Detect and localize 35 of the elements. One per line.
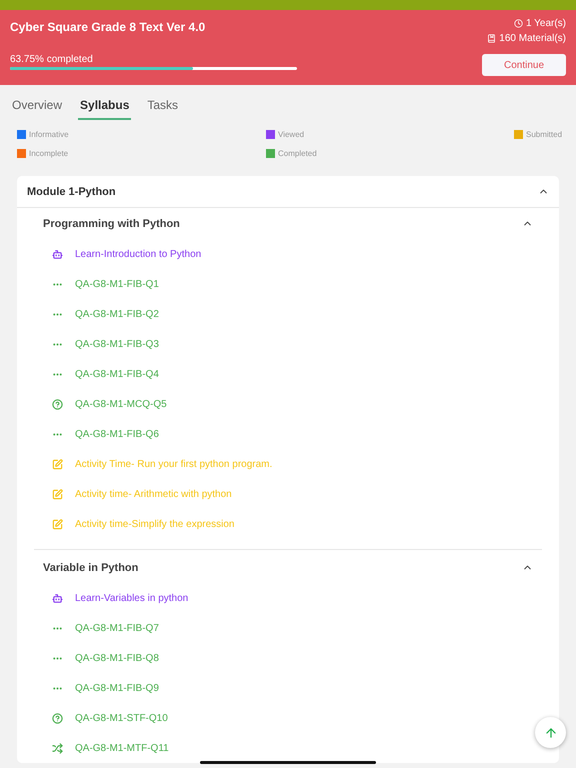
lesson-link[interactable]: QA-G8-M1-STF-Q10 xyxy=(75,712,168,724)
progress-text: 63.75% completed xyxy=(10,54,94,65)
legend-label: Viewed xyxy=(278,130,304,139)
section-title: Variable in Python xyxy=(43,562,138,574)
lesson-link[interactable]: QA-G8-M1-FIB-Q1 xyxy=(75,278,159,290)
lesson-link[interactable]: Learn-Variables in python xyxy=(75,592,188,604)
lesson-link[interactable]: QA-G8-M1-FIB-Q6 xyxy=(75,428,159,440)
section-title: Programming with Python xyxy=(43,218,180,230)
lesson-link[interactable]: QA-G8-M1-MCQ-Q5 xyxy=(75,398,167,410)
book-icon xyxy=(487,34,496,43)
clock-icon xyxy=(514,19,523,28)
lesson-link[interactable]: QA-G8-M1-FIB-Q9 xyxy=(75,682,159,694)
tab[interactable]: Tasks xyxy=(145,98,180,120)
legend-label: Submitted xyxy=(526,130,562,139)
lesson-link[interactable]: Activity time- Arithmetic with python xyxy=(75,488,232,500)
legend-label: Incomplete xyxy=(29,149,68,158)
duration-text: 1 Year(s) xyxy=(526,18,566,29)
lesson-link[interactable]: Activity Time- Run your first python program. xyxy=(75,458,272,470)
lesson-link[interactable]: QA-G8-M1-FIB-Q8 xyxy=(75,652,159,664)
materials-text: 160 Material(s) xyxy=(499,33,566,44)
lesson-link[interactable]: QA-G8-M1-FIB-Q7 xyxy=(75,622,159,634)
module-title: Module 1-Python xyxy=(27,186,116,198)
tab[interactable]: Syllabus xyxy=(78,98,132,120)
lesson-link[interactable]: QA-G8-M1-FIB-Q4 xyxy=(75,368,159,380)
lesson-link[interactable]: Activity time-Simplify the expression xyxy=(75,518,234,530)
lesson-link[interactable]: QA-G8-M1-MTF-Q11 xyxy=(75,742,169,754)
legend-label: Informative xyxy=(29,130,69,139)
lesson-link[interactable]: QA-G8-M1-FIB-Q3 xyxy=(75,338,159,350)
tab[interactable]: Overview xyxy=(10,98,64,120)
lesson-link[interactable]: Learn-Introduction to Python xyxy=(75,248,202,260)
continue-button[interactable]: Continue xyxy=(482,54,566,76)
course-title: Cyber Square Grade 8 Text Ver 4.0 xyxy=(10,20,206,34)
module-header[interactable]: Module 1-Python xyxy=(17,176,559,208)
lesson-link[interactable]: QA-G8-M1-FIB-Q2 xyxy=(75,308,159,320)
legend-label: Completed xyxy=(278,149,317,158)
